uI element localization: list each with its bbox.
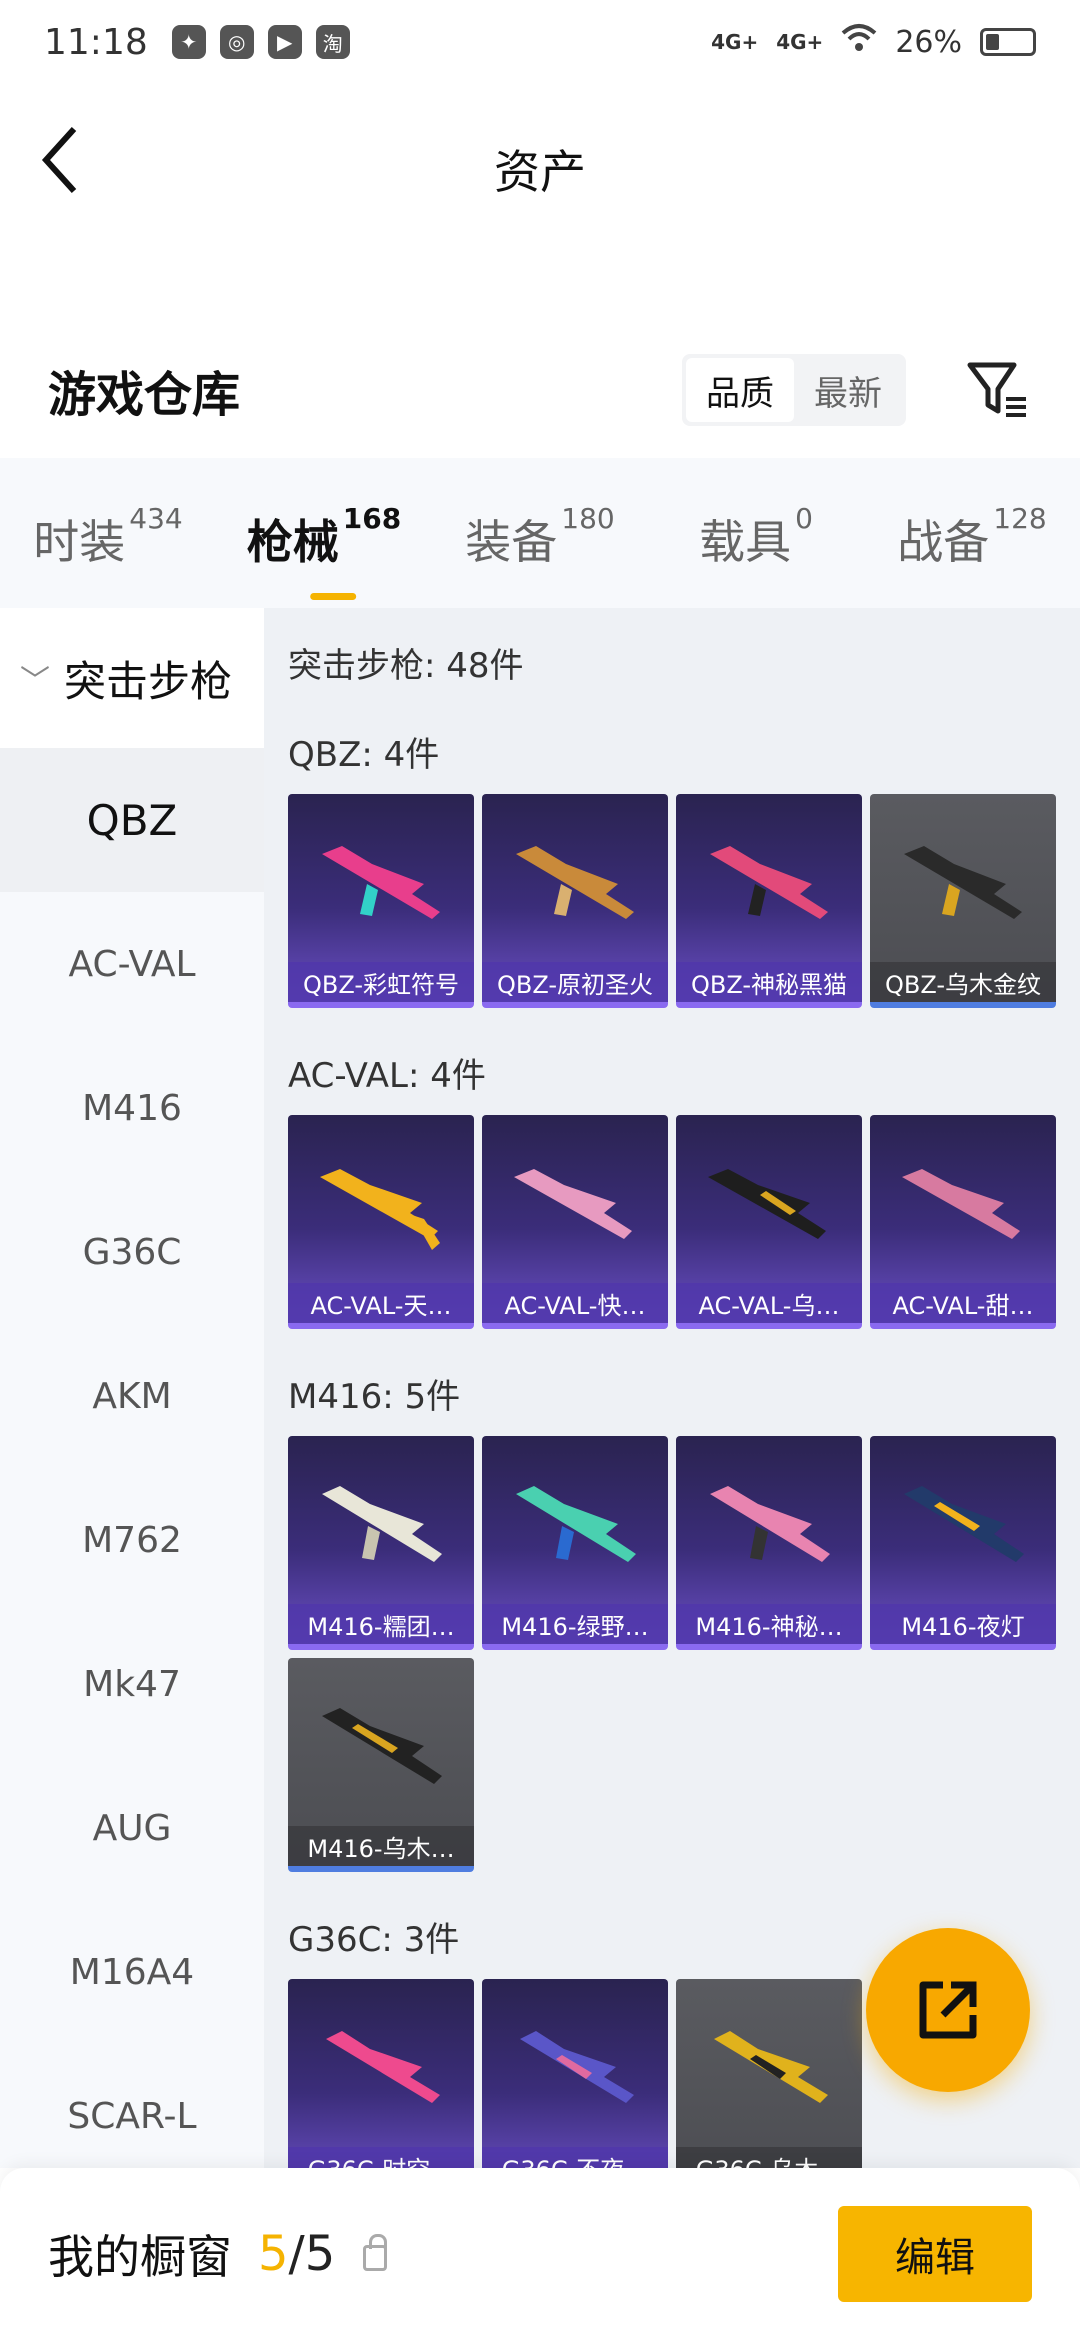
sidebar-item-aug[interactable]: AUG <box>0 1756 264 1900</box>
tab-equipment[interactable]: 装备 180 <box>432 502 648 572</box>
sidebar-item-qbz[interactable]: QBZ <box>0 748 264 892</box>
rifle-icon <box>902 1169 1020 1239</box>
warehouse-title: 游戏仓库 <box>48 367 241 423</box>
rifle-icon <box>516 846 634 919</box>
sort-toggle: 品质 最新 <box>682 354 906 426</box>
weapon-skin-card[interactable]: QBZ-乌木金纹 <box>870 794 1056 1008</box>
weapon-skin-card[interactable]: AC-VAL-乌… <box>676 1115 862 1329</box>
weapon-skin-card[interactable]: AC-VAL-快… <box>482 1115 668 1329</box>
sidebar-item-mk47[interactable]: Mk47 <box>0 1612 264 1756</box>
sidebar-item-m416[interactable]: M416 <box>0 1036 264 1180</box>
rifle-icon <box>320 1169 440 1250</box>
showcase-label: 我的橱窗 <box>48 2230 232 2284</box>
signal-icon: 4G+ <box>776 30 824 54</box>
weapon-skin-card[interactable]: M416-糯团… <box>288 1436 474 1650</box>
page-title: 资产 <box>494 145 586 199</box>
share-icon <box>919 1981 977 2039</box>
sort-quality-button[interactable]: 品质 <box>686 358 794 422</box>
rifle-icon <box>326 2031 440 2103</box>
weapon-grid: M416-糯团… M416-绿野… M416-神秘… M416-夜灯 M416-… <box>288 1436 1080 1872</box>
weapon-skin-card[interactable]: QBZ-原初圣火 <box>482 794 668 1008</box>
back-button[interactable] <box>40 124 100 214</box>
section-title: AC-VAL: 4件 <box>288 1056 486 1096</box>
rifle-icon <box>322 1486 442 1562</box>
showcase-bar: 我的橱窗 5/5 编辑 <box>0 2168 1080 2340</box>
weapon-skin-card[interactable]: M416-夜灯 <box>870 1436 1056 1650</box>
sidebar-item-m762[interactable]: M762 <box>0 1468 264 1612</box>
rifle-icon <box>710 1486 830 1562</box>
category-tabs: 时装 434 枪械 168 装备 180 载具 0 战备 128 <box>0 458 1080 608</box>
rifle-icon <box>708 1169 826 1239</box>
tab-guns[interactable]: 枪械 168 <box>216 502 432 572</box>
section-title: QBZ: 4件 <box>288 735 440 775</box>
rifle-icon <box>514 1169 632 1239</box>
sidebar-item-ac-val[interactable]: AC-VAL <box>0 892 264 1036</box>
weapon-skin-card[interactable]: G36C-时空… <box>288 1979 474 2193</box>
weapon-skin-card[interactable]: G36C-不夜… <box>482 1979 668 2193</box>
weapon-skin-card[interactable]: AC-VAL-甜… <box>870 1115 1056 1329</box>
weapon-skin-card[interactable]: M416-乌木… <box>288 1658 474 1872</box>
weapon-sidebar: ﹀ 突击步枪 QBZ AC-VAL M416 G36C AKM M762 Mk4… <box>0 608 264 2168</box>
signal-icon: 4G+ <box>711 30 759 54</box>
rifle-icon <box>322 846 440 919</box>
warehouse-header: 游戏仓库 品质 最新 <box>0 330 1080 450</box>
battery-icon <box>980 28 1036 56</box>
taobao-icon: 淘 <box>315 25 350 59</box>
app-notification-icon: ◎ <box>219 25 254 59</box>
lock-icon <box>363 2234 388 2271</box>
weapon-skin-card[interactable]: M416-神秘… <box>676 1436 862 1650</box>
top-nav: 资产 <box>0 84 1080 254</box>
tab-vehicles[interactable]: 载具 0 <box>648 502 864 572</box>
section-title: M416: 5件 <box>288 1377 461 1417</box>
sidebar-category[interactable]: ﹀ 突击步枪 <box>0 608 264 748</box>
sort-newest-button[interactable]: 最新 <box>794 358 902 422</box>
battery-percent: 26% <box>895 24 962 60</box>
filter-icon <box>967 362 1026 417</box>
sidebar-item-g36c[interactable]: G36C <box>0 1180 264 1324</box>
rifle-icon <box>904 1486 1024 1562</box>
category-count: 突击步枪: 48件 <box>288 646 524 686</box>
rifle-icon <box>322 1708 442 1784</box>
status-time: 11:18 <box>44 21 148 63</box>
weapon-grid: AC-VAL-天… AC-VAL-快… AC-VAL-乌… AC-VAL-甜… <box>288 1115 1080 1329</box>
rifle-icon <box>520 2031 634 2103</box>
app-notification-icon: ✦ <box>171 25 206 59</box>
share-button[interactable] <box>866 1928 1030 2092</box>
weapon-skin-card[interactable]: AC-VAL-天… <box>288 1115 474 1329</box>
sidebar-item-scar-l[interactable]: SCAR-L <box>0 2044 264 2188</box>
rifle-icon <box>714 2031 828 2103</box>
wifi-icon <box>841 23 877 61</box>
weapon-skin-card[interactable]: QBZ-彩虹符号 <box>288 794 474 1008</box>
weapon-skin-card[interactable]: QBZ-神秘黑猫 <box>676 794 862 1008</box>
filter-button[interactable] <box>962 355 1032 425</box>
weapon-grid: QBZ-彩虹符号 QBZ-原初圣火 QBZ-神秘黑猫 QBZ-乌木金纹 <box>288 794 1080 1008</box>
rifle-icon <box>516 1486 636 1562</box>
tab-fashion[interactable]: 时装 434 <box>0 502 216 572</box>
showcase-count: 5/5 <box>258 2226 336 2282</box>
chevron-down-icon: ﹀ <box>20 664 50 699</box>
edit-button[interactable]: 编辑 <box>838 2206 1032 2302</box>
sidebar-item-m16a4[interactable]: M16A4 <box>0 1900 264 2044</box>
weapon-skin-card[interactable]: M416-绿野… <box>482 1436 668 1650</box>
rifle-icon <box>904 846 1022 919</box>
weapon-skin-card[interactable]: G36C-乌木… <box>676 1979 862 2193</box>
sidebar-item-akm[interactable]: AKM <box>0 1324 264 1468</box>
video-app-icon: ▶ <box>267 25 302 59</box>
status-bar: 11:18 ✦ ◎ ▶ 淘 4G+ 4G+ 26% <box>0 0 1080 84</box>
tab-gear[interactable]: 战备 128 <box>864 502 1080 572</box>
rifle-icon <box>710 846 828 919</box>
back-arrow-icon <box>41 126 77 194</box>
